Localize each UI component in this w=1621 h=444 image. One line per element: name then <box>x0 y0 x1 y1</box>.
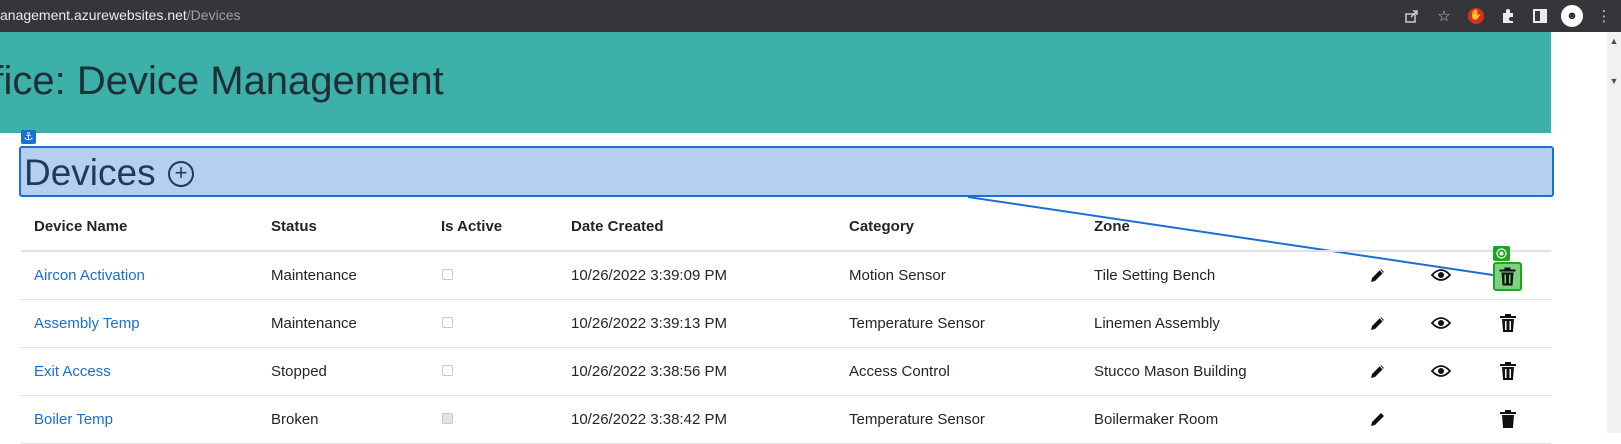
device-name-link[interactable]: Assembly Temp <box>34 300 140 347</box>
scroll-down-arrow-icon[interactable]: ▼ <box>1609 76 1619 86</box>
edit-pencil-icon[interactable] <box>1367 264 1389 286</box>
device-name-link[interactable]: Aircon Activation <box>34 252 145 299</box>
column-header-zone: Zone <box>1094 218 1130 235</box>
target-marker-icon <box>1493 246 1510 261</box>
section-heading-selection: Devices + <box>19 146 1554 197</box>
device-status: Maintenance <box>271 267 357 284</box>
adblock-extension-icon[interactable]: ✋ <box>1465 5 1487 27</box>
is-active-checkbox <box>442 413 453 424</box>
table-row: Aircon Activation Maintenance 10/26/2022… <box>21 252 1551 300</box>
device-name-link[interactable]: Exit Access <box>34 348 111 395</box>
delete-trash-icon[interactable] <box>1497 312 1519 334</box>
table-row: Boiler Temp Broken 10/26/2022 3:38:42 PM… <box>21 396 1551 444</box>
app-title: ffice: Device Management <box>0 59 444 103</box>
scroll-up-arrow-icon[interactable]: ▲ <box>1609 36 1619 46</box>
profile-avatar-icon[interactable]: ☻ <box>1561 5 1583 27</box>
device-zone: Boilermaker Room <box>1094 411 1219 428</box>
device-status: Maintenance <box>271 315 357 332</box>
page-scrollbar[interactable] <box>1607 32 1621 433</box>
extensions-puzzle-icon[interactable] <box>1497 5 1519 27</box>
column-header-date-created: Date Created <box>571 218 664 235</box>
column-header-device-name: Device Name <box>34 218 128 235</box>
edit-pencil-icon[interactable] <box>1367 408 1389 430</box>
device-category: Temperature Sensor <box>849 315 985 332</box>
device-category: Access Control <box>849 363 950 380</box>
column-header-category: Category <box>849 218 915 235</box>
url-host: anagement.azurewebsites.net <box>0 7 187 23</box>
view-eye-icon[interactable] <box>1430 360 1452 382</box>
edit-pencil-icon[interactable] <box>1367 312 1389 334</box>
device-status: Stopped <box>271 363 327 380</box>
address-bar[interactable]: anagement.azurewebsites.net/Devices <box>0 7 240 23</box>
menu-kebab-icon[interactable]: ⋮ <box>1593 5 1615 27</box>
view-eye-icon[interactable] <box>1430 312 1452 334</box>
date-created: 10/26/2022 3:39:09 PM <box>571 267 727 284</box>
browser-toolbar: anagement.azurewebsites.net/Devices ☆ ✋ … <box>0 0 1621 32</box>
delete-trash-icon[interactable] <box>1497 408 1519 430</box>
table-row: Assembly Temp Maintenance 10/26/2022 3:3… <box>21 300 1551 348</box>
page-title: Devices <box>24 152 156 193</box>
url-path: /Devices <box>186 7 241 23</box>
column-header-is-active: Is Active <box>441 218 503 235</box>
side-panel-icon[interactable] <box>1529 5 1551 27</box>
browser-actions: ☆ ✋ ☻ ⋮ <box>1401 4 1615 28</box>
device-name-link[interactable]: Boiler Temp <box>34 396 113 443</box>
device-category: Temperature Sensor <box>849 411 985 428</box>
column-header-status: Status <box>271 218 317 235</box>
device-zone: Stucco Mason Building <box>1094 363 1247 380</box>
device-status: Broken <box>271 411 319 428</box>
device-zone: Linemen Assembly <box>1094 315 1220 332</box>
add-device-button[interactable]: + <box>168 161 194 187</box>
anchor-icon: ⚓ <box>21 130 36 144</box>
date-created: 10/26/2022 3:38:56 PM <box>571 363 727 380</box>
date-created: 10/26/2022 3:39:13 PM <box>571 315 727 332</box>
table-header-row: Device Name Status Is Active Date Create… <box>21 204 1551 252</box>
date-created: 10/26/2022 3:38:42 PM <box>571 411 727 428</box>
delete-trash-icon[interactable] <box>1493 262 1522 291</box>
view-eye-icon[interactable] <box>1430 264 1452 286</box>
edit-pencil-icon[interactable] <box>1367 360 1389 382</box>
device-category: Motion Sensor <box>849 267 946 284</box>
bookmark-star-icon[interactable]: ☆ <box>1433 5 1455 27</box>
table-row: Exit Access Stopped 10/26/2022 3:38:56 P… <box>21 348 1551 396</box>
share-icon[interactable] <box>1401 5 1423 27</box>
app-header: ffice: Device Management <box>0 32 1551 133</box>
is-active-checkbox <box>442 269 453 280</box>
delete-trash-icon[interactable] <box>1497 360 1519 382</box>
is-active-checkbox <box>442 317 453 328</box>
device-zone: Tile Setting Bench <box>1094 267 1216 284</box>
is-active-checkbox <box>442 365 453 376</box>
